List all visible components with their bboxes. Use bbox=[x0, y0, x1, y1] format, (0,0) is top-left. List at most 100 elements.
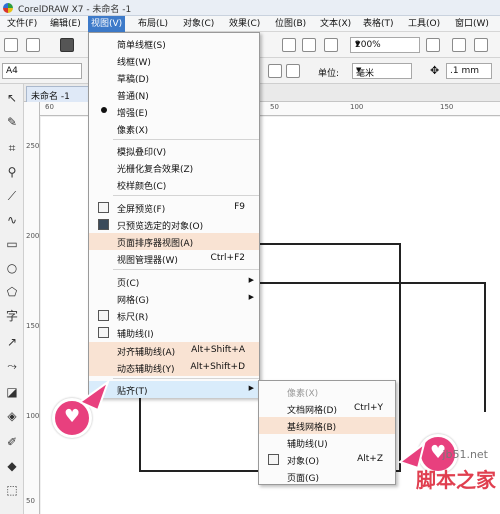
submenu-item-baseline-grid[interactable]: 基线网格(B) bbox=[259, 417, 395, 434]
watermark-name: 脚本之家 bbox=[416, 468, 496, 492]
units-select[interactable]: 毫米 ▼ bbox=[352, 63, 412, 79]
menu-item-rulers[interactable]: 标尺(R) bbox=[89, 307, 259, 324]
menu-bitmaps[interactable]: 位图(B) bbox=[272, 16, 309, 32]
nudge-distance-icon: ✥ bbox=[430, 64, 440, 77]
show-rulers-icon[interactable] bbox=[452, 38, 466, 52]
ruler-tick-label: 150 bbox=[26, 322, 40, 330]
page-size-select[interactable]: A4 bbox=[2, 63, 82, 79]
menu-item-draft[interactable]: 草稿(D) bbox=[89, 69, 259, 86]
submenu-arrow-icon: ▶ bbox=[248, 276, 254, 284]
ruler-tick-label: 100 bbox=[26, 412, 40, 420]
submenu-item-objects[interactable]: 对象(O) Alt+Z bbox=[259, 451, 395, 468]
menu-item-simulate-overprints[interactable]: 模拟叠印(V) bbox=[89, 142, 259, 159]
ruler-tick-label: 150 bbox=[440, 103, 454, 111]
submenu-item-page[interactable]: 页面(G) bbox=[259, 468, 395, 485]
view-menu-dropdown: 简单线框(S) 线框(W) 草稿(D) 普通(N) 增强(E) 像素(X) 模拟… bbox=[88, 32, 260, 398]
zoom-level-select[interactable]: 200% ▼ bbox=[350, 37, 420, 53]
menu-file[interactable]: 文件(F) bbox=[4, 16, 40, 32]
menu-object[interactable]: 对象(C) bbox=[180, 16, 217, 32]
nudge-distance-input[interactable]: .1 mm bbox=[446, 63, 492, 79]
menu-item-enhanced[interactable]: 增强(E) bbox=[89, 103, 259, 120]
radio-bullet-icon bbox=[101, 107, 107, 113]
menu-item-rasterize-complex-effects[interactable]: 光栅化复合效果(Z) bbox=[89, 159, 259, 176]
drop-shadow-tool-icon[interactable]: ◪ bbox=[4, 384, 20, 400]
menu-view[interactable]: 视图(V) bbox=[88, 16, 126, 32]
ruler-tick-label: 50 bbox=[26, 497, 35, 505]
menu-window[interactable]: 窗口(W) bbox=[452, 16, 492, 32]
menu-item-page-sorter-view[interactable]: 页面排序器视图(A) bbox=[89, 233, 259, 250]
menu-item-guidelines[interactable]: 辅助线(I) bbox=[89, 324, 259, 341]
menu-tools[interactable]: 工具(O) bbox=[405, 16, 443, 32]
new-document-icon[interactable] bbox=[4, 38, 18, 52]
menu-item-grid[interactable]: 网格(G) ▶ bbox=[89, 290, 259, 307]
snap-to-submenu: 像素(X) 文档网格(D) Ctrl+Y 基线网格(B) 辅助线(U) 对象(O)… bbox=[258, 380, 396, 485]
ruler-tick-label: 200 bbox=[26, 232, 40, 240]
ellipse-tool-icon[interactable]: ○ bbox=[4, 260, 20, 276]
menu-item-page[interactable]: 页(C) ▶ bbox=[89, 273, 259, 290]
connector-tool-icon[interactable]: ⤳ bbox=[4, 358, 20, 374]
parallel-dimension-tool-icon[interactable]: ↗ bbox=[4, 334, 20, 350]
menu-table[interactable]: 表格(T) bbox=[360, 16, 397, 32]
preview-selected-icon bbox=[98, 219, 109, 230]
toolbox: ↖ ✎ ⌗ ⚲ ⟋ ∿ ▭ ○ ⬠ 字 ↗ ⤳ ◪ ◈ ✐ ◆ ⬚ bbox=[0, 84, 24, 514]
polygon-tool-icon[interactable]: ⬠ bbox=[4, 284, 20, 300]
menu-edit[interactable]: 编辑(E) bbox=[47, 16, 84, 32]
eyedropper-tool-icon[interactable]: ✐ bbox=[4, 434, 20, 450]
submenu-item-guidelines[interactable]: 辅助线(U) bbox=[259, 434, 395, 451]
freehand-tool-icon[interactable]: ⟋ bbox=[4, 188, 20, 204]
zoom-tool-icon[interactable]: ⚲ bbox=[4, 164, 20, 180]
menu-item-snap-to[interactable]: 贴齐(T) ▶ bbox=[89, 381, 259, 398]
artistic-media-tool-icon[interactable]: ∿ bbox=[4, 212, 20, 228]
nudge-distance-value: .1 mm bbox=[450, 66, 479, 76]
submenu-item-document-grid[interactable]: 文档网格(D) Ctrl+Y bbox=[259, 400, 395, 417]
menu-effects[interactable]: 效果(C) bbox=[226, 16, 263, 32]
pick-tool-icon[interactable]: ↖ bbox=[4, 90, 20, 106]
units-label: 单位: bbox=[318, 69, 340, 79]
menu-item-normal[interactable]: 普通(N) bbox=[89, 86, 259, 103]
menu-item-dynamic-guides[interactable]: 动态辅助线(Y) Alt+Shift+D bbox=[89, 359, 259, 376]
document-tab[interactable]: 未命名 -1 bbox=[26, 86, 92, 102]
shape-tool-icon[interactable]: ✎ bbox=[4, 114, 20, 130]
show-grid-icon[interactable] bbox=[474, 38, 488, 52]
watermark-url: jb51.net bbox=[442, 448, 488, 461]
transparency-tool-icon[interactable]: ◈ bbox=[4, 408, 20, 424]
interactive-fill-tool-icon[interactable]: ◆ bbox=[4, 458, 20, 474]
guidelines-icon bbox=[98, 327, 109, 338]
import-icon[interactable] bbox=[282, 38, 296, 52]
ruler-tick-label: 100 bbox=[350, 103, 364, 111]
portrait-orientation-icon[interactable] bbox=[268, 64, 282, 78]
menu-item-view-manager[interactable]: 视图管理器(W) Ctrl+F2 bbox=[89, 250, 259, 267]
menu-layout[interactable]: 布局(L) bbox=[135, 16, 171, 32]
menu-item-proof-colors[interactable]: 校样颜色(C) bbox=[89, 176, 259, 193]
menu-item-alignment-guides[interactable]: 对齐辅助线(A) Alt+Shift+A bbox=[89, 342, 259, 359]
coreldraw-app-icon bbox=[3, 3, 13, 13]
menu-item-preview-selected-only[interactable]: 只预览选定的对象(O) bbox=[89, 216, 259, 233]
landscape-orientation-icon[interactable] bbox=[286, 64, 300, 78]
ruler-tick-label: 50 bbox=[270, 103, 279, 111]
publish-icon[interactable] bbox=[324, 38, 338, 52]
menu-bar: 文件(F) 编辑(E) 视图(V) 布局(L) 对象(C) 效果(C) 位图(B… bbox=[0, 16, 500, 32]
snap-objects-icon bbox=[268, 454, 279, 465]
menu-text[interactable]: 文本(X) bbox=[317, 16, 354, 32]
chevron-down-icon: ▼ bbox=[356, 66, 362, 74]
menu-item-wireframe[interactable]: 线框(W) bbox=[89, 52, 259, 69]
chevron-down-icon: ▼ bbox=[355, 40, 361, 48]
text-tool-icon[interactable]: 字 bbox=[4, 308, 20, 324]
export-icon[interactable] bbox=[302, 38, 316, 52]
full-screen-icon[interactable] bbox=[426, 38, 440, 52]
menu-item-pixels[interactable]: 像素(X) bbox=[89, 120, 259, 137]
full-screen-preview-icon bbox=[98, 202, 109, 213]
rectangle-tool-icon[interactable]: ▭ bbox=[4, 236, 20, 252]
page-size-value: A4 bbox=[6, 66, 18, 76]
menu-item-full-screen-preview[interactable]: 全屏预览(F) F9 bbox=[89, 199, 259, 216]
menu-separator bbox=[113, 195, 259, 196]
menu-separator bbox=[113, 378, 259, 379]
save-icon[interactable] bbox=[60, 38, 74, 52]
smart-fill-tool-icon[interactable]: ⬚ bbox=[4, 482, 20, 498]
crop-tool-icon[interactable]: ⌗ bbox=[4, 140, 20, 156]
open-folder-icon[interactable] bbox=[26, 38, 40, 52]
submenu-arrow-icon: ▶ bbox=[248, 384, 254, 392]
vertical-ruler[interactable]: 250 200 150 100 50 bbox=[24, 102, 40, 514]
menu-item-simple-wireframe[interactable]: 简单线框(S) bbox=[89, 35, 259, 52]
menu-separator bbox=[113, 269, 259, 270]
